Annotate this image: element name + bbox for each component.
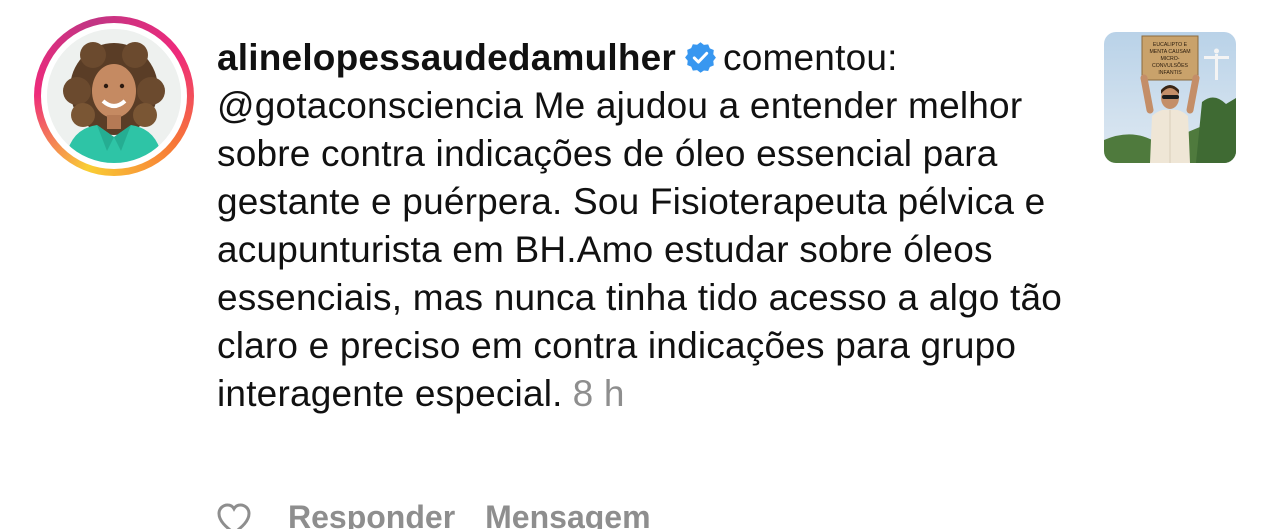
comment-text: alinelopessaudedamulher comentou: @gotac… xyxy=(217,34,1077,418)
sign-line: MICRO- xyxy=(1160,56,1179,62)
comment-actions: Responder Mensagem xyxy=(217,495,681,529)
mention-link[interactable]: @gotaconsciencia xyxy=(217,85,523,126)
post-thumbnail-image: EUCALIPTO E MENTA CAUSAM MICRO- CONVULSÕ… xyxy=(1104,32,1236,163)
message-button[interactable]: Mensagem xyxy=(485,499,650,529)
sign-line: MENTA CAUSAM xyxy=(1149,49,1190,55)
avatar-photo-illustration xyxy=(47,29,181,163)
reply-button[interactable]: Responder xyxy=(288,499,455,529)
timestamp: 8 h xyxy=(572,373,625,414)
username-link[interactable]: alinelopessaudedamulher xyxy=(217,37,676,78)
comment-notification: alinelopessaudedamulher comentou: @gotac… xyxy=(0,0,1284,529)
sign-line: CONVULSÕES xyxy=(1152,62,1189,69)
sign-line: INFANTIS xyxy=(1158,70,1182,76)
post-thumbnail[interactable]: EUCALIPTO E MENTA CAUSAM MICRO- CONVULSÕ… xyxy=(1104,32,1236,163)
avatar-photo xyxy=(47,29,181,163)
verified-badge-icon xyxy=(685,42,716,73)
action-word: comentou: xyxy=(723,37,898,78)
comment-body: Me ajudou a entender melhor sobre contra… xyxy=(217,85,1063,414)
profile-avatar[interactable] xyxy=(34,16,194,176)
sign-line: EUCALIPTO E xyxy=(1153,42,1188,48)
avatar-ring-gap xyxy=(41,23,187,169)
